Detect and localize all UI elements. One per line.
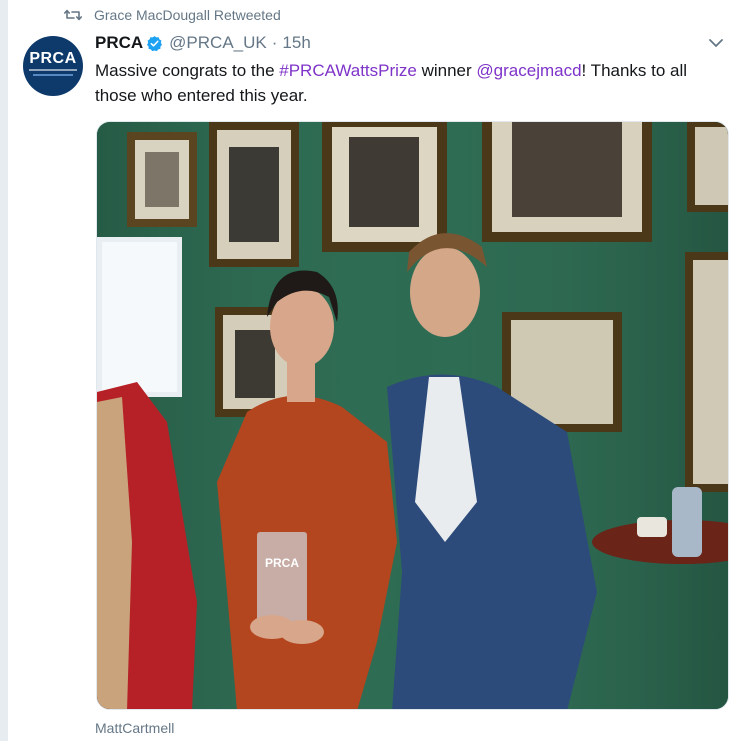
- verified-badge-icon: [146, 35, 163, 52]
- avatar-logo-text: PRCA: [29, 50, 77, 67]
- tweet-timestamp[interactable]: 15h: [282, 33, 310, 53]
- tweet-photo[interactable]: PRCA: [96, 121, 729, 710]
- mention-link[interactable]: @gracejmacd: [476, 61, 581, 80]
- author-handle[interactable]: @PRCA_UK: [169, 33, 267, 53]
- author-name[interactable]: PRCA: [95, 33, 143, 53]
- tweet-header: PRCA @PRCA_UK · 15h: [95, 31, 311, 55]
- retweet-context[interactable]: Grace MacDougall Retweeted: [64, 5, 281, 25]
- retweet-label[interactable]: Grace MacDougall Retweeted: [94, 7, 281, 23]
- tweet-text: Massive congrats to the #PRCAWattsPrize …: [95, 58, 725, 108]
- avatar-logo-line: [29, 69, 77, 71]
- trophy-label: PRCA: [265, 556, 299, 570]
- portrait-frame: [482, 122, 652, 242]
- chevron-down-icon[interactable]: [707, 36, 725, 50]
- portrait-frame: [687, 122, 728, 212]
- avatar[interactable]: PRCA: [23, 36, 83, 96]
- tweet-text-part: Massive congrats to the: [95, 61, 280, 80]
- portrait-frame: [209, 122, 299, 267]
- photo-illustration: PRCA: [97, 122, 728, 709]
- portrait-frame: [127, 132, 197, 227]
- retweet-icon: [64, 7, 82, 23]
- hashtag-link[interactable]: #PRCAWattsPrize: [279, 61, 417, 80]
- portrait-frame: [685, 252, 728, 492]
- tweet-text-part: winner: [416, 61, 477, 80]
- photo-credit-caption[interactable]: MattCartmell: [95, 720, 174, 736]
- header-separator: ·: [271, 33, 278, 52]
- avatar-logo-line-accent: [33, 74, 73, 76]
- timeline-left-rail: [0, 0, 8, 741]
- portrait-frame: [322, 122, 447, 252]
